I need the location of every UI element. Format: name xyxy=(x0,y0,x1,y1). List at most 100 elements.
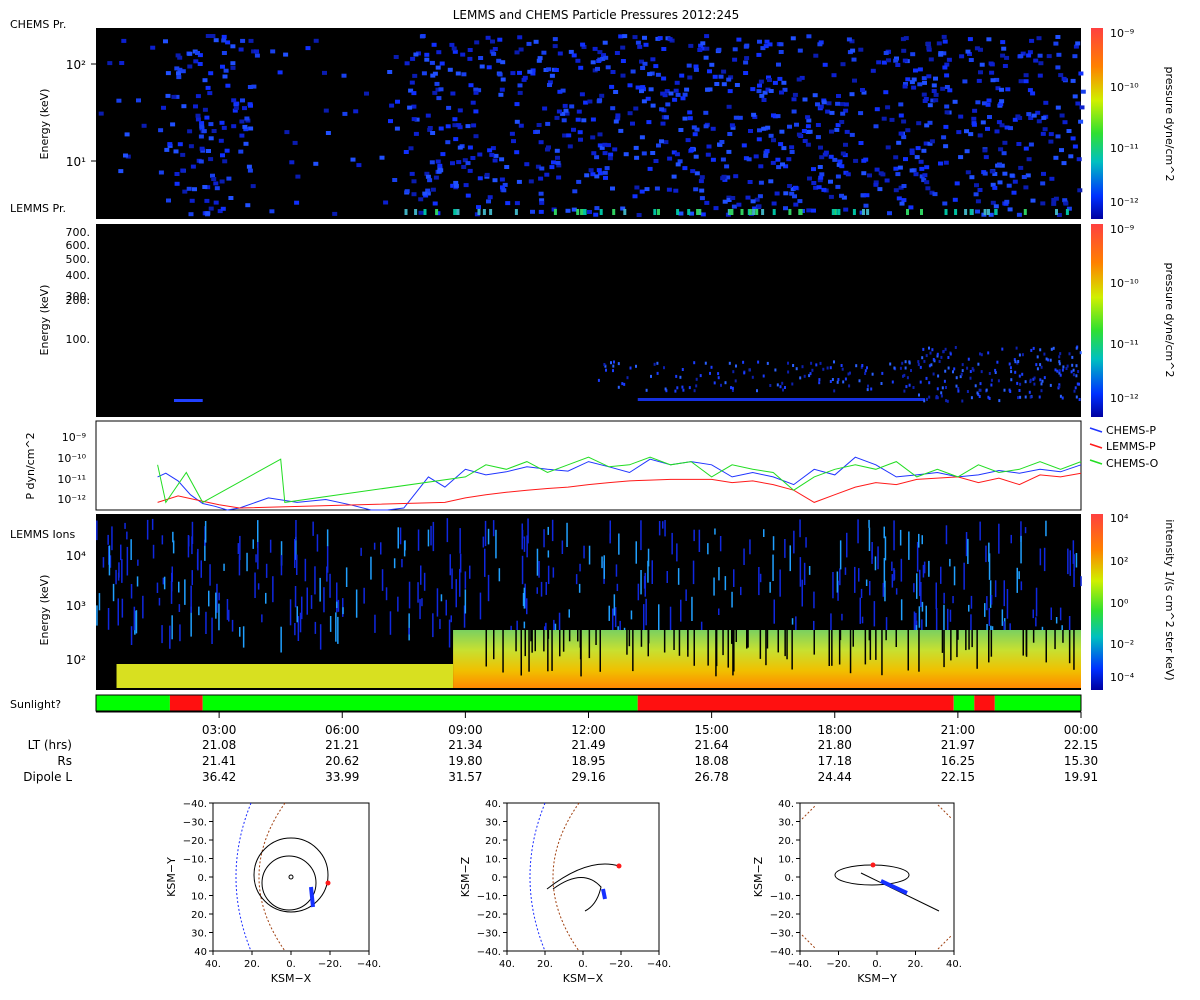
spectrogram-cell xyxy=(851,57,857,62)
spectrogram-cell xyxy=(1075,395,1078,399)
spectrogram-cell xyxy=(188,212,194,217)
spectrogram-cell xyxy=(716,47,722,52)
spectrogram-cell xyxy=(545,582,547,595)
spectrogram-cell xyxy=(795,616,797,632)
spectrogram-cell xyxy=(791,97,797,102)
spectrogram-cell xyxy=(218,592,220,601)
spectrogram-cell xyxy=(613,90,619,94)
spectrogram-cell xyxy=(621,382,624,386)
spectrogram-cell xyxy=(884,178,890,183)
spectrogram-cell xyxy=(709,62,715,67)
spectrogram-cell xyxy=(514,150,520,155)
spectrogram-cell xyxy=(644,572,646,597)
spectrogram-cell xyxy=(957,389,960,393)
spectrogram-cell xyxy=(1016,381,1019,385)
spectrogram-cell xyxy=(187,535,190,558)
spectrogram-cell xyxy=(465,193,471,198)
spectrogram-cell xyxy=(759,573,762,583)
spectrogram-cell xyxy=(453,183,459,188)
spectrogram-cell xyxy=(1023,79,1029,84)
spectrogram-cell xyxy=(446,105,452,110)
spectrogram-cell xyxy=(970,595,973,609)
spectrogram-cell xyxy=(423,572,426,591)
spectrogram-cell xyxy=(977,362,980,366)
spectrogram-cell xyxy=(789,145,795,150)
spectrogram-cell xyxy=(180,152,186,157)
spectrogram-cell xyxy=(1071,363,1074,367)
spectrogram-cell xyxy=(757,194,763,199)
spectrogram-cell xyxy=(852,78,857,83)
spectrogram-cell xyxy=(467,145,473,150)
spectrogram-cell xyxy=(922,80,927,85)
spectrogram-cell xyxy=(430,187,436,192)
time-row-value: 33.99 xyxy=(325,770,359,784)
spectrogram-cell xyxy=(826,366,829,370)
orbit-xtick: −40. xyxy=(357,959,381,970)
spectrogram-cell xyxy=(489,209,493,215)
orbit-plots: −40.−30.−20.−10.0.10.20.30.4040. 20. 0. −20… xyxy=(165,799,962,985)
spectrogram-cell xyxy=(895,172,901,177)
spectrogram-cell xyxy=(694,171,700,176)
spectrogram-cell xyxy=(832,572,834,599)
spectrogram-cell xyxy=(294,586,297,608)
spectrogram-cell xyxy=(893,188,899,193)
spectrogram-cell xyxy=(136,98,141,103)
time-row-value: 21.34 xyxy=(448,738,482,752)
spectrogram-cell xyxy=(623,152,629,157)
spectrogram-cell xyxy=(837,378,840,381)
spectrogram-cell xyxy=(793,185,798,190)
spectrogram-cell xyxy=(222,159,228,164)
spectrogram-cell xyxy=(165,93,171,98)
spectrogram-cell xyxy=(265,563,268,578)
spectrogram-cell xyxy=(697,48,703,52)
spectrogram-cell xyxy=(718,74,724,79)
spectrogram-cell xyxy=(1032,609,1034,619)
spectrogram-cell xyxy=(909,148,915,153)
figure: LEMMS and CHEMS Particle Pressures 2012:… xyxy=(10,8,1176,985)
spectrogram-cell xyxy=(941,135,947,140)
spectrogram-cell xyxy=(668,91,674,96)
spectrogram-cell xyxy=(640,66,646,70)
spectrogram-cell xyxy=(990,383,993,387)
figure-title: LEMMS and CHEMS Particle Pressures 2012:… xyxy=(453,8,740,22)
spectrogram-cell xyxy=(495,529,497,559)
spectrogram-cell xyxy=(412,73,418,78)
spectrogram-cell xyxy=(1002,140,1008,145)
spectrogram-cell xyxy=(635,364,637,368)
spectrogram-gap xyxy=(534,630,536,652)
spectrogram-cell xyxy=(732,47,738,52)
spectrogram-cell xyxy=(858,379,861,383)
spectrogram-cell xyxy=(245,203,251,208)
spectrogram-cell xyxy=(608,605,610,621)
spectrogram-cell xyxy=(784,386,786,389)
spectrogram-cell xyxy=(954,346,957,349)
spectrogram-cell xyxy=(547,83,552,87)
spectrogram-cell xyxy=(703,55,709,60)
spectrogram-cell xyxy=(438,87,444,92)
spectrogram-cell xyxy=(1039,348,1042,352)
spectrogram-cell xyxy=(885,145,891,150)
spectrogram-cell xyxy=(408,146,414,151)
spectrogram-cell xyxy=(1059,373,1062,377)
spectrogram-gap xyxy=(1025,630,1028,656)
spectrogram-cell xyxy=(514,102,520,107)
spectrogram-cell xyxy=(721,69,727,74)
spectrogram-cell xyxy=(551,519,554,542)
spectrogram-cell xyxy=(926,41,931,46)
spectrogram-cell xyxy=(988,397,991,400)
spectrogram-cell xyxy=(322,70,327,75)
spectrogram-gap xyxy=(632,630,634,672)
spectrogram-cell xyxy=(509,131,515,136)
spectrogram-cell xyxy=(817,165,823,169)
spectrogram-cell xyxy=(664,520,666,537)
spectrogram-cell xyxy=(224,148,230,153)
spectrogram-cell xyxy=(482,536,485,548)
spectrogram-cell xyxy=(743,548,745,565)
spectrogram-cell xyxy=(363,587,365,604)
spectrogram-cell xyxy=(1058,369,1061,373)
spectrogram-cell xyxy=(1072,540,1075,564)
spectrogram-cell xyxy=(835,184,841,189)
spectrogram-gap xyxy=(547,630,550,639)
spectrogram-cell xyxy=(599,209,603,215)
spectrogram-cell xyxy=(771,113,776,118)
